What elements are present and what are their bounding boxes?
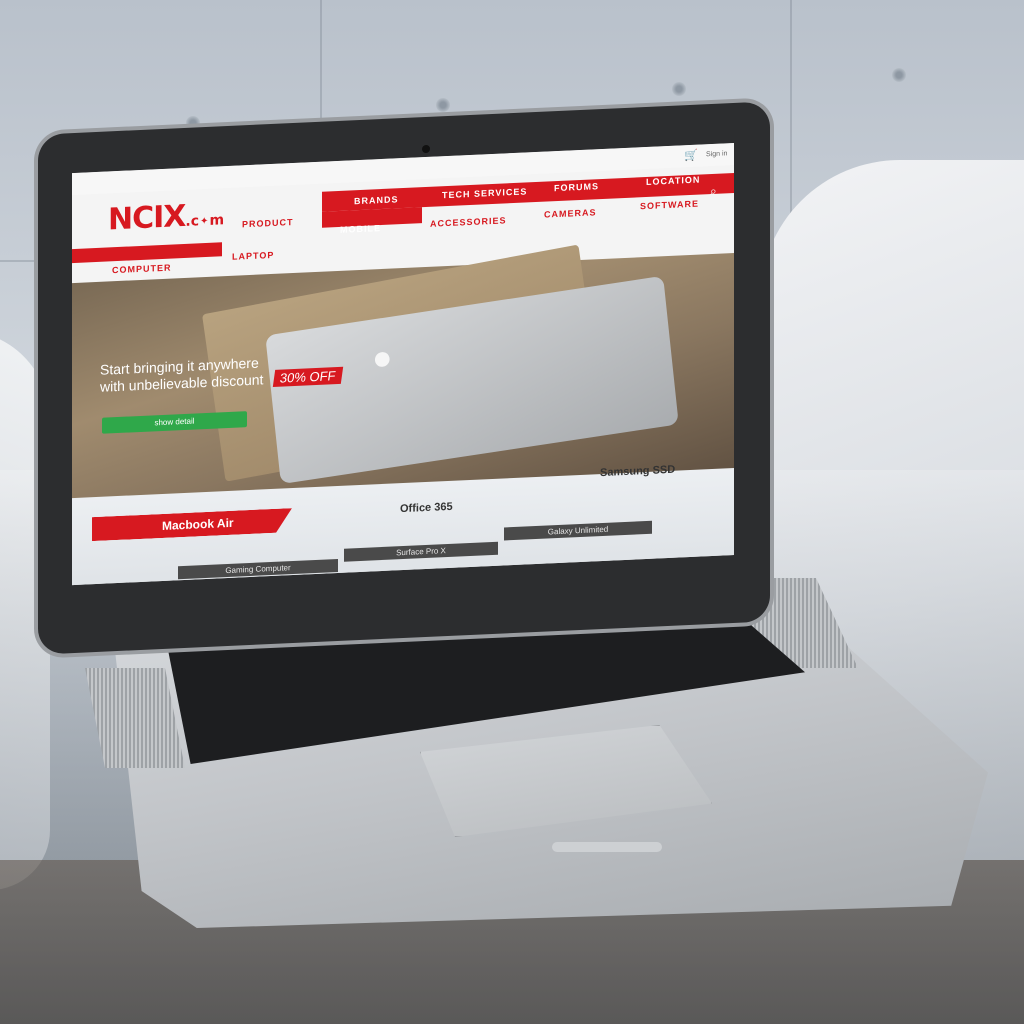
cart-icon[interactable]: 🛒 bbox=[684, 149, 698, 163]
logo-suffix: .c bbox=[185, 213, 200, 230]
website-screen: 🛒 Sign in NCIX .c ✦ m BRANDS TECH SERVIC… bbox=[72, 143, 734, 586]
wall-bolt-icon bbox=[892, 68, 906, 82]
nav-accessories[interactable]: ACCESSORIES bbox=[430, 215, 507, 228]
product-office-365[interactable]: Office 365 bbox=[400, 501, 453, 515]
nav-computer[interactable]: COMPUTER bbox=[112, 263, 172, 276]
nav-mobile[interactable]: MOBILE bbox=[340, 223, 381, 235]
site-logo[interactable]: NCIX .c ✦ m bbox=[108, 190, 225, 238]
wall-bolt-icon bbox=[672, 82, 686, 96]
lid-notch bbox=[552, 842, 662, 852]
discount-badge: 30% OFF bbox=[272, 366, 343, 387]
apple-logo-icon: ● bbox=[372, 338, 393, 378]
nav-forums[interactable]: FORUMS bbox=[554, 181, 599, 193]
wall-bolt-icon bbox=[436, 98, 450, 112]
nav-laptop[interactable]: LAPTOP bbox=[232, 250, 274, 262]
nav-band-left bbox=[72, 242, 222, 264]
search-icon[interactable]: ⌕ bbox=[710, 184, 717, 199]
nav-brands[interactable]: BRANDS bbox=[354, 194, 399, 206]
nav-product[interactable]: PRODUCT bbox=[242, 217, 294, 229]
logo-suffix-end: m bbox=[209, 212, 225, 229]
sign-in-link[interactable]: Sign in bbox=[706, 150, 727, 158]
camera-icon bbox=[422, 144, 430, 154]
nav-cameras[interactable]: CAMERAS bbox=[544, 207, 597, 219]
nav-software[interactable]: SOFTWARE bbox=[640, 199, 699, 212]
logo-text: NCIX bbox=[108, 198, 186, 238]
photo-scene: 🛒 Sign in NCIX .c ✦ m BRANDS TECH SERVIC… bbox=[0, 0, 1024, 1024]
maple-leaf-icon: ✦ bbox=[200, 215, 209, 228]
laptop-lid: 🛒 Sign in NCIX .c ✦ m BRANDS TECH SERVIC… bbox=[38, 101, 770, 655]
